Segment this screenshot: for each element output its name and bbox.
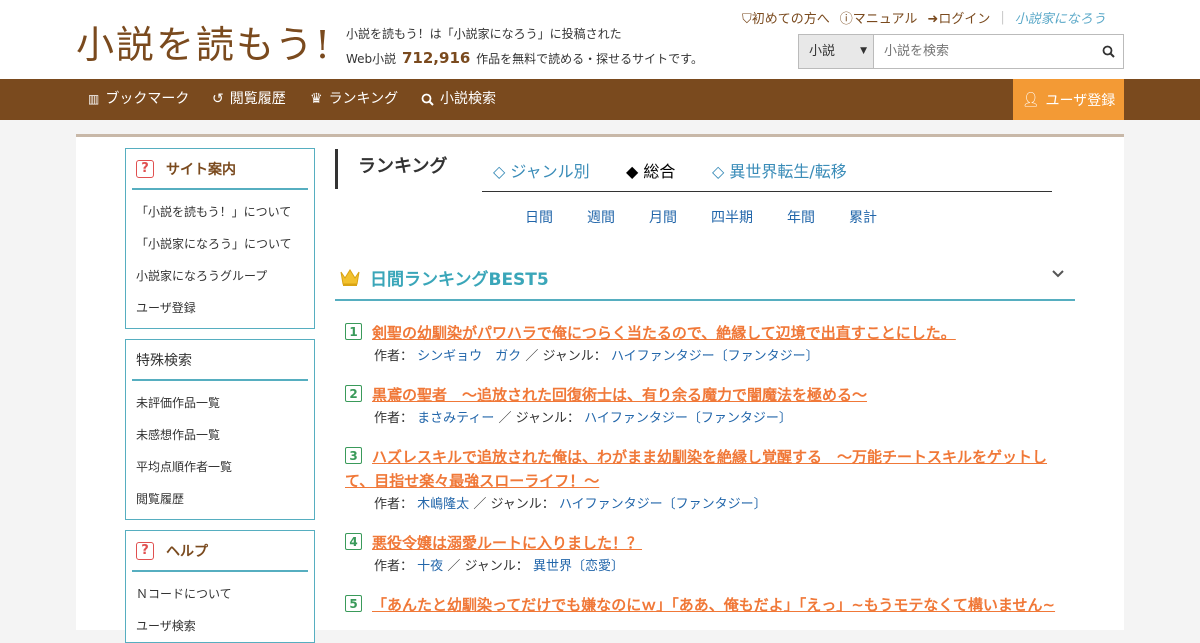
- ranking-item: 4 悪役令嬢は溺愛ルートに入りました！？ 作者： 十夜 ／ ジャンル： 異世界〔…: [345, 531, 1075, 579]
- rank-number: 1: [345, 323, 362, 340]
- question-circle-icon: ⓘ: [839, 12, 853, 27]
- nav-bookmark[interactable]: ▥ ブックマーク: [88, 79, 189, 120]
- user-icon: 👤︎: [1021, 91, 1040, 108]
- crown-icon: [340, 269, 360, 286]
- question-icon: ?: [136, 541, 154, 560]
- bookmark-icon: ▥: [88, 92, 100, 106]
- tagline-line1: 小説を読もう！は「小説家になろう」に投稿された: [346, 27, 622, 41]
- site-guide-box: ? サイト案内 「小説を読もう！」について 「小説家になろう」について 小説家にな…: [125, 148, 315, 329]
- ranking-item: 2 黒鳶の聖者 ～追放された回復術士は、有り余る魔力で闇魔法を極める～ 作者： …: [345, 383, 1075, 431]
- divider: |: [1000, 10, 1005, 25]
- shield-icon: ⛉: [742, 12, 752, 27]
- period-yearly[interactable]: 年間: [787, 207, 815, 227]
- best5-title: 日間ランキングBEST5: [370, 270, 549, 290]
- sidebar-item-narou-group[interactable]: 小説家になろうグループ: [126, 260, 314, 292]
- novel-title-link[interactable]: 悪役令嬢は溺愛ルートに入りました！？: [345, 531, 1075, 555]
- search-button[interactable]: [1093, 35, 1123, 68]
- tab-overall[interactable]: ◆ 総合: [626, 158, 675, 182]
- author-link[interactable]: まさみティー: [417, 411, 494, 426]
- novel-title-link[interactable]: 剣聖の幼馴染がパワハラで俺につらく当たるので、絶縁して辺境で出直すことにした。: [345, 321, 1075, 345]
- novel-meta: 作者： シンギョウ ガク ／ ジャンル： ハイファンタジー〔ファンタジー〕: [374, 349, 819, 364]
- chevron-down-icon: [1052, 270, 1064, 278]
- novel-title-link[interactable]: 黒鳶の聖者 ～追放された回復術士は、有り余る魔力で闇魔法を極める～: [345, 383, 1075, 407]
- ranking-item: 3 ハズレスキルで追放された俺は、わがまま幼馴染を絶縁し覚醒する ～万能チートス…: [345, 445, 1075, 517]
- login-link[interactable]: ➜ログイン: [927, 8, 990, 27]
- period-monthly[interactable]: 月間: [649, 207, 677, 227]
- novel-title-link[interactable]: 「あんたと幼馴染ってだけでも嫌なのにｗ」「ああ、俺もだよ」「えっ」~もうモテなく…: [345, 593, 1075, 617]
- question-icon: ?: [136, 159, 154, 178]
- work-count: 712,916: [402, 49, 471, 67]
- ranking-item: 5 「あんたと幼馴染ってだけでも嫌なのにｗ」「ああ、俺もだよ」「えっ」~もうモテ…: [345, 593, 1075, 617]
- author-link[interactable]: 十夜: [417, 559, 443, 574]
- help-box: ? ヘルプ Ｎコードについて ユーザ検索: [125, 530, 315, 643]
- login-icon: ➜: [927, 12, 939, 27]
- author-link[interactable]: 木嶋隆太: [417, 497, 469, 512]
- site-header: 小説を読もう! 小説を読もう！は「小説家になろう」に投稿された Web小説 71…: [0, 0, 1200, 79]
- ranking-title: ランキング: [335, 149, 447, 189]
- site-guide-title: ? サイト案内: [132, 149, 308, 190]
- search-category-select[interactable]: 小説 ▼: [799, 35, 874, 68]
- special-search-title: 特殊検索: [132, 340, 308, 381]
- tagline-line2: Web小説 712,916 作品を無料で読める・探せるサイトです。: [346, 46, 703, 71]
- period-weekly[interactable]: 週間: [587, 207, 615, 227]
- tab-genre[interactable]: ◇ ジャンル別: [493, 158, 590, 182]
- author-link[interactable]: シンギョウ ガク: [417, 349, 521, 364]
- nav-search[interactable]: 小説検索: [421, 79, 496, 120]
- search-icon: [421, 93, 434, 106]
- site-tagline: 小説を読もう！は「小説家になろう」に投稿された Web小説 712,916 作品…: [346, 22, 703, 71]
- sidebar-item-no-reviews[interactable]: 未感想作品一覧: [126, 419, 314, 451]
- history-icon: ↺: [212, 91, 224, 107]
- genre-link[interactable]: ハイファンタジー〔ファンタジー〕: [559, 497, 767, 512]
- rank-number: 4: [345, 533, 362, 550]
- rank-number: 3: [345, 447, 362, 464]
- tagline-suffix: 作品を無料で読める・探せるサイトです。: [476, 52, 703, 66]
- sidebar-item-history[interactable]: 閲覧履歴: [126, 483, 314, 515]
- rank-number: 2: [345, 385, 362, 402]
- novel-meta: 作者： 木嶋隆太 ／ ジャンル： ハイファンタジー〔ファンタジー〕: [374, 497, 767, 512]
- period-total[interactable]: 累計: [849, 207, 877, 227]
- genre-link[interactable]: ハイファンタジー〔ファンタジー〕: [611, 349, 819, 364]
- period-quarterly[interactable]: 四半期: [711, 207, 753, 227]
- rank-number: 5: [345, 595, 362, 612]
- site-logo[interactable]: 小説を読もう!: [76, 14, 332, 69]
- main-nav: ▥ ブックマーク ↺ 閲覧履歴 ♛ ランキング 小説検索 👤︎ ユーザ登録: [0, 79, 1200, 120]
- search-input[interactable]: [874, 35, 1093, 68]
- main-content: ? サイト案内 「小説を読もう！」について 「小説家になろう」について 小説家にな…: [76, 134, 1124, 643]
- tab-divider: [482, 191, 1052, 192]
- period-daily[interactable]: 日間: [525, 207, 553, 227]
- top-links: ⛉初めての方へ ⓘマニュアル ➜ログイン | 小説家になろう: [742, 8, 1106, 27]
- sidebar-item-about-yomou[interactable]: 「小説を読もう！」について: [126, 196, 314, 228]
- sidebar-item-user-register[interactable]: ユーザ登録: [126, 292, 314, 324]
- genre-link[interactable]: 異世界〔恋愛〕: [533, 559, 624, 574]
- help-title: ? ヘルプ: [132, 531, 308, 572]
- ranking-item: 1 剣聖の幼馴染がパワハラで俺につらく当たるので、絶縁して辺境で出直すことにした…: [345, 321, 1075, 369]
- caret-down-icon: ▼: [860, 46, 867, 56]
- sidebar-item-unrated[interactable]: 未評価作品一覧: [126, 387, 314, 419]
- register-button[interactable]: 👤︎ ユーザ登録: [1013, 79, 1124, 120]
- sidebar-item-user-search[interactable]: ユーザ検索: [126, 610, 314, 642]
- genre-link[interactable]: ハイファンタジー〔ファンタジー〕: [584, 411, 792, 426]
- sidebar-item-about-narou[interactable]: 「小説家になろう」について: [126, 228, 314, 260]
- search-form: 小説 ▼: [798, 34, 1124, 69]
- search-icon: [1102, 45, 1115, 58]
- manual-link[interactable]: ⓘマニュアル: [840, 8, 918, 27]
- brand-link[interactable]: 小説家になろう: [1015, 8, 1106, 27]
- best5-header[interactable]: 日間ランキングBEST5: [335, 263, 1075, 301]
- nav-history[interactable]: ↺ 閲覧履歴: [212, 79, 286, 120]
- novel-meta: 作者： まさみティー ／ ジャンル： ハイファンタジー〔ファンタジー〕: [374, 411, 792, 426]
- novel-title-link[interactable]: ハズレスキルで追放された俺は、わがまま幼馴染を絶縁し覚醒する ～万能チートスキル…: [345, 445, 1075, 493]
- sidebar-item-ncode[interactable]: Ｎコードについて: [126, 578, 314, 610]
- novel-meta: 作者： 十夜 ／ ジャンル： 異世界〔恋愛〕: [374, 559, 624, 574]
- first-time-link[interactable]: ⛉初めての方へ: [742, 8, 830, 27]
- tab-isekai[interactable]: ◇ 異世界転生/転移: [712, 158, 847, 182]
- crown-icon: ♛: [310, 91, 323, 107]
- special-search-box: 特殊検索 未評価作品一覧 未感想作品一覧 平均点順作者一覧 閲覧履歴: [125, 339, 315, 520]
- sidebar-item-avg-authors[interactable]: 平均点順作者一覧: [126, 451, 314, 483]
- nav-ranking[interactable]: ♛ ランキング: [310, 79, 398, 120]
- tagline-prefix: Web小説: [346, 52, 397, 66]
